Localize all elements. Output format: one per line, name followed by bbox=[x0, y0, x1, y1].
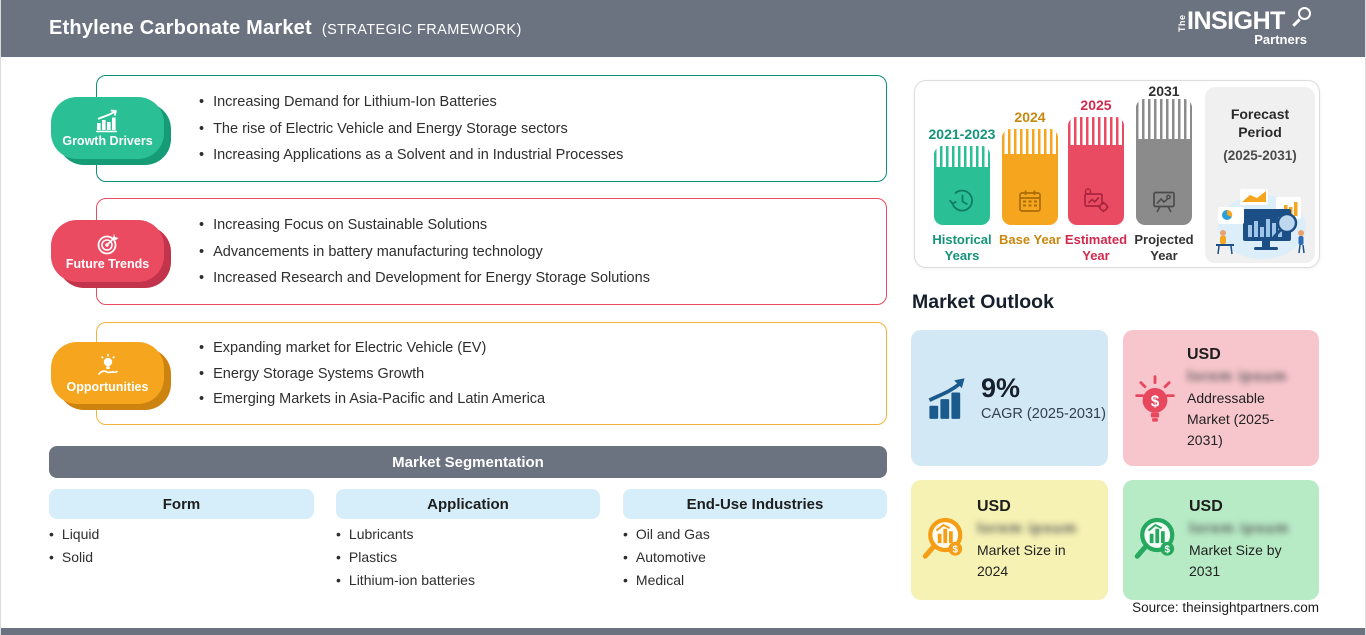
page-subtitle: (STRATEGIC FRAMEWORK) bbox=[321, 22, 522, 38]
history-clock-icon bbox=[949, 189, 973, 212]
footer-bar bbox=[1, 628, 1365, 635]
list-item: Oil and Gas bbox=[623, 526, 710, 542]
list-item: Increased Research and Development for E… bbox=[199, 270, 862, 286]
list-item: Medical bbox=[623, 572, 710, 588]
growth-drivers-box: Increasing Demand for Lithium-Ion Batter… bbox=[96, 75, 887, 182]
historical-years-bar bbox=[934, 146, 990, 225]
forecast-period-range: (2025-2031) bbox=[1223, 148, 1297, 164]
bar-caption: Projected Year bbox=[1134, 232, 1194, 264]
list-item: Increasing Focus on Sustainable Solution… bbox=[199, 217, 862, 233]
logo-the-text: The bbox=[1177, 14, 1187, 32]
report-slide: Ethylene Carbonate Market (STRATEGIC FRA… bbox=[0, 0, 1366, 635]
growth-bars-arrow-icon bbox=[928, 378, 965, 419]
opportunities-box: Expanding market for Electric Vehicle (E… bbox=[96, 322, 887, 425]
currency-label: USD bbox=[977, 498, 1011, 515]
addressable-market-card: $ USD lorem ipsum Addressable Market (20… bbox=[1123, 330, 1319, 466]
list-item: Lubricants bbox=[336, 526, 475, 542]
badge-label: Future Trends bbox=[65, 257, 150, 271]
future-trends-box: Increasing Focus on Sustainable Solution… bbox=[96, 198, 887, 305]
blurred-value: lorem ipsum bbox=[977, 520, 1078, 537]
year-label: 2025 bbox=[1080, 97, 1112, 113]
badge-label: Growth Drivers bbox=[62, 133, 153, 148]
list-item: Liquid bbox=[49, 526, 99, 542]
target-dart-icon bbox=[97, 233, 118, 255]
blurred-value: lorem ipsum bbox=[1189, 520, 1290, 537]
svg-text:$: $ bbox=[1164, 545, 1170, 556]
company-logo: The INSIGHT Partners bbox=[1177, 7, 1311, 47]
form-list: Liquid Solid bbox=[49, 526, 99, 572]
market-size-2024-card: $ USD lorem ipsum Market Size in 2024 bbox=[911, 480, 1108, 600]
bulb-hand-icon bbox=[97, 353, 118, 375]
card-label: Market Size in 2024 bbox=[977, 542, 1066, 579]
card-label: Addressable Market (2025-2031) bbox=[1187, 389, 1275, 448]
source-attribution: Source: theinsightpartners.com bbox=[1132, 600, 1319, 615]
page-title: Ethylene Carbonate Market bbox=[49, 17, 312, 39]
market-segmentation-header: Market Segmentation bbox=[49, 446, 887, 478]
currency-label: USD bbox=[1189, 498, 1223, 515]
growth-chart-icon bbox=[95, 109, 117, 132]
list-item: Expanding market for Electric Vehicle (E… bbox=[199, 340, 862, 356]
magnifier-chart-icon: $ bbox=[1134, 517, 1175, 559]
timeline-panel: 2021-2023 2024 2025 2031 Historical Year… bbox=[914, 80, 1320, 268]
column-header-application: Application bbox=[336, 489, 600, 519]
blurred-value: lorem ipsum bbox=[1187, 367, 1288, 385]
projected-year-bar bbox=[1136, 99, 1192, 225]
year-label: 2021-2023 bbox=[928, 126, 996, 142]
magnifier-chart-icon: $ bbox=[922, 517, 963, 559]
list-item: Lithium-ion batteries bbox=[336, 572, 475, 588]
logo-insight-text: INSIGHT bbox=[1187, 7, 1285, 35]
badge-label: Opportunities bbox=[66, 379, 149, 394]
cagr-label: CAGR (2025-2031) bbox=[981, 405, 1106, 422]
svg-text:$: $ bbox=[1151, 393, 1160, 410]
currency-label: USD bbox=[1187, 345, 1221, 363]
forecast-illustration bbox=[1216, 189, 1306, 259]
header-bar: Ethylene Carbonate Market (STRATEGIC FRA… bbox=[1, 0, 1365, 57]
future-trends-badge: Future Trends bbox=[51, 220, 164, 282]
cagr-card: 9% CAGR (2025-2031) bbox=[911, 330, 1108, 466]
column-header-end-use: End-Use Industries bbox=[623, 489, 887, 519]
market-outlook-title: Market Outlook bbox=[912, 291, 1054, 313]
forecast-period-panel: Forecast Period (2025-2031) bbox=[1205, 87, 1315, 263]
application-list: Lubricants Plastics Lithium-ion batterie… bbox=[336, 526, 475, 595]
base-year-bar bbox=[1002, 129, 1058, 225]
magnifier-icon bbox=[1298, 7, 1311, 20]
growth-drivers-badge: Growth Drivers bbox=[51, 97, 164, 159]
list-item: Advancements in battery manufacturing te… bbox=[199, 244, 862, 260]
opportunities-list: Expanding market for Electric Vehicle (E… bbox=[97, 323, 886, 424]
estimated-year-bar bbox=[1068, 117, 1124, 225]
column-header-form: Form bbox=[49, 489, 314, 519]
cagr-value: 9% bbox=[981, 373, 1021, 404]
projection-board-icon bbox=[1153, 191, 1175, 213]
end-use-list: Oil and Gas Automotive Medical bbox=[623, 526, 710, 595]
list-item: Energy Storage Systems Growth bbox=[199, 366, 862, 382]
list-item: Increasing Demand for Lithium-Ion Batter… bbox=[199, 94, 862, 110]
year-label: 2031 bbox=[1148, 83, 1180, 99]
list-item: Automotive bbox=[623, 549, 710, 565]
opportunities-badge: Opportunities bbox=[51, 342, 164, 404]
bulb-dollar-icon: $ bbox=[1135, 375, 1175, 422]
list-item: Plastics bbox=[336, 549, 475, 565]
calendar-icon bbox=[1019, 190, 1041, 212]
svg-text:$: $ bbox=[952, 545, 958, 556]
list-item: Increasing Applications as a Solvent and… bbox=[199, 147, 862, 163]
list-item: Solid bbox=[49, 549, 99, 565]
list-item: Emerging Markets in Asia-Pacific and Lat… bbox=[199, 391, 862, 407]
future-trends-list: Increasing Focus on Sustainable Solution… bbox=[97, 199, 886, 304]
market-size-2031-card: $ USD lorem ipsum Market Size by 2031 bbox=[1123, 480, 1319, 600]
list-item: The rise of Electric Vehicle and Energy … bbox=[199, 121, 862, 137]
growth-drivers-list: Increasing Demand for Lithium-Ion Batter… bbox=[97, 76, 886, 181]
estimate-chart-gear-icon bbox=[1084, 188, 1109, 213]
card-label: Market Size by 2031 bbox=[1189, 542, 1282, 579]
forecast-period-title: Forecast Period bbox=[1230, 106, 1290, 141]
